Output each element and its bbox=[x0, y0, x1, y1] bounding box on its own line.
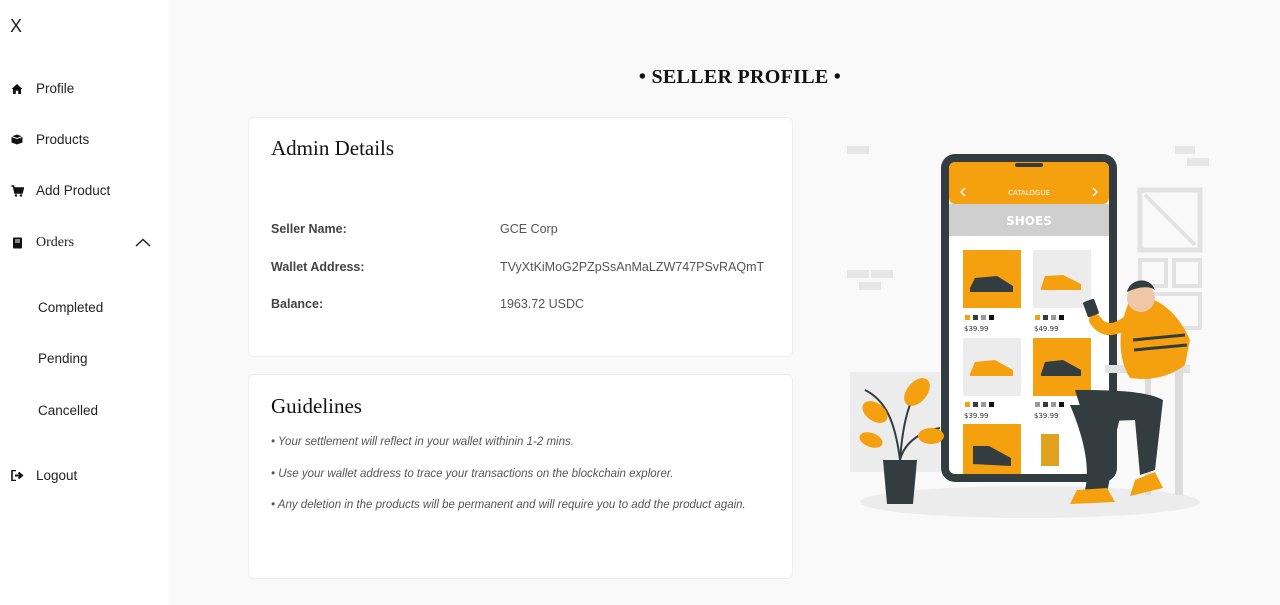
sidebar-subitem-cancelled[interactable]: Cancelled bbox=[38, 403, 98, 418]
balance-label: Balance: bbox=[271, 297, 324, 311]
wallet-address-value: TVyXtKiMoG2PZpSsAnMaLZW747PSvRAQmT bbox=[500, 260, 765, 274]
shopping-illustration: CATALOGUE SHOES $39.99 $49.99 $39.99 $39… bbox=[845, 140, 1215, 530]
seller-name-value: GCE Corp bbox=[500, 222, 558, 236]
guideline-item: • Use your wallet address to trace your … bbox=[271, 468, 674, 480]
sidebar-item-label: Logout bbox=[36, 468, 78, 483]
sidebar-subitem-pending[interactable]: Pending bbox=[38, 351, 88, 366]
sidebar-item-products[interactable]: Products bbox=[10, 132, 89, 147]
guideline-item: • Any deletion in the products will be p… bbox=[271, 499, 746, 511]
admin-details-title: Admin Details bbox=[271, 136, 395, 160]
category-label: SHOES bbox=[1006, 214, 1052, 228]
close-sidebar-button[interactable]: X bbox=[10, 16, 22, 36]
sidebar-subitem-completed[interactable]: Completed bbox=[38, 300, 103, 315]
sidebar-item-label: Orders bbox=[36, 235, 75, 250]
cart-icon bbox=[10, 184, 24, 198]
catalogue-header: CATALOGUE bbox=[1008, 189, 1050, 197]
balance-value: 1963.72 USDC bbox=[500, 297, 585, 311]
logout-icon bbox=[10, 469, 24, 483]
admin-details-card: Admin Details Seller Name: GCE Corp Wall… bbox=[248, 117, 793, 357]
price-label: $39.99 bbox=[964, 325, 989, 333]
seller-name-label: Seller Name: bbox=[271, 222, 347, 236]
sidebar-item-logout[interactable]: Logout bbox=[10, 468, 77, 483]
sidebar-item-label: Products bbox=[36, 132, 90, 147]
sidebar-item-profile[interactable]: Profile bbox=[10, 81, 74, 96]
home-icon bbox=[10, 82, 24, 96]
wallet-address-label: Wallet Address: bbox=[271, 260, 365, 274]
price-label: $49.99 bbox=[1034, 325, 1059, 333]
guidelines-title: Guidelines bbox=[271, 394, 362, 418]
guidelines-card: Guidelines • Your settlement will reflec… bbox=[248, 374, 793, 579]
price-label: $39.99 bbox=[1034, 412, 1059, 420]
sidebar-item-orders[interactable]: Orders bbox=[10, 235, 74, 251]
main-content: • SELLER PROFILE • Admin Details Seller … bbox=[170, 0, 1280, 605]
price-label: $39.99 bbox=[964, 412, 989, 420]
chevron-up-icon[interactable] bbox=[135, 236, 151, 248]
sidebar: X Profile Products Add Product Orders Co… bbox=[0, 0, 170, 605]
sidebar-item-label: Add Product bbox=[36, 183, 111, 198]
book-icon bbox=[10, 236, 24, 250]
box-icon bbox=[10, 133, 24, 147]
sidebar-item-add-product[interactable]: Add Product bbox=[10, 183, 110, 198]
guideline-item: • Your settlement will reflect in your w… bbox=[271, 436, 574, 448]
page-title: • SELLER PROFILE • bbox=[638, 66, 842, 88]
sidebar-item-label: Profile bbox=[36, 81, 75, 96]
